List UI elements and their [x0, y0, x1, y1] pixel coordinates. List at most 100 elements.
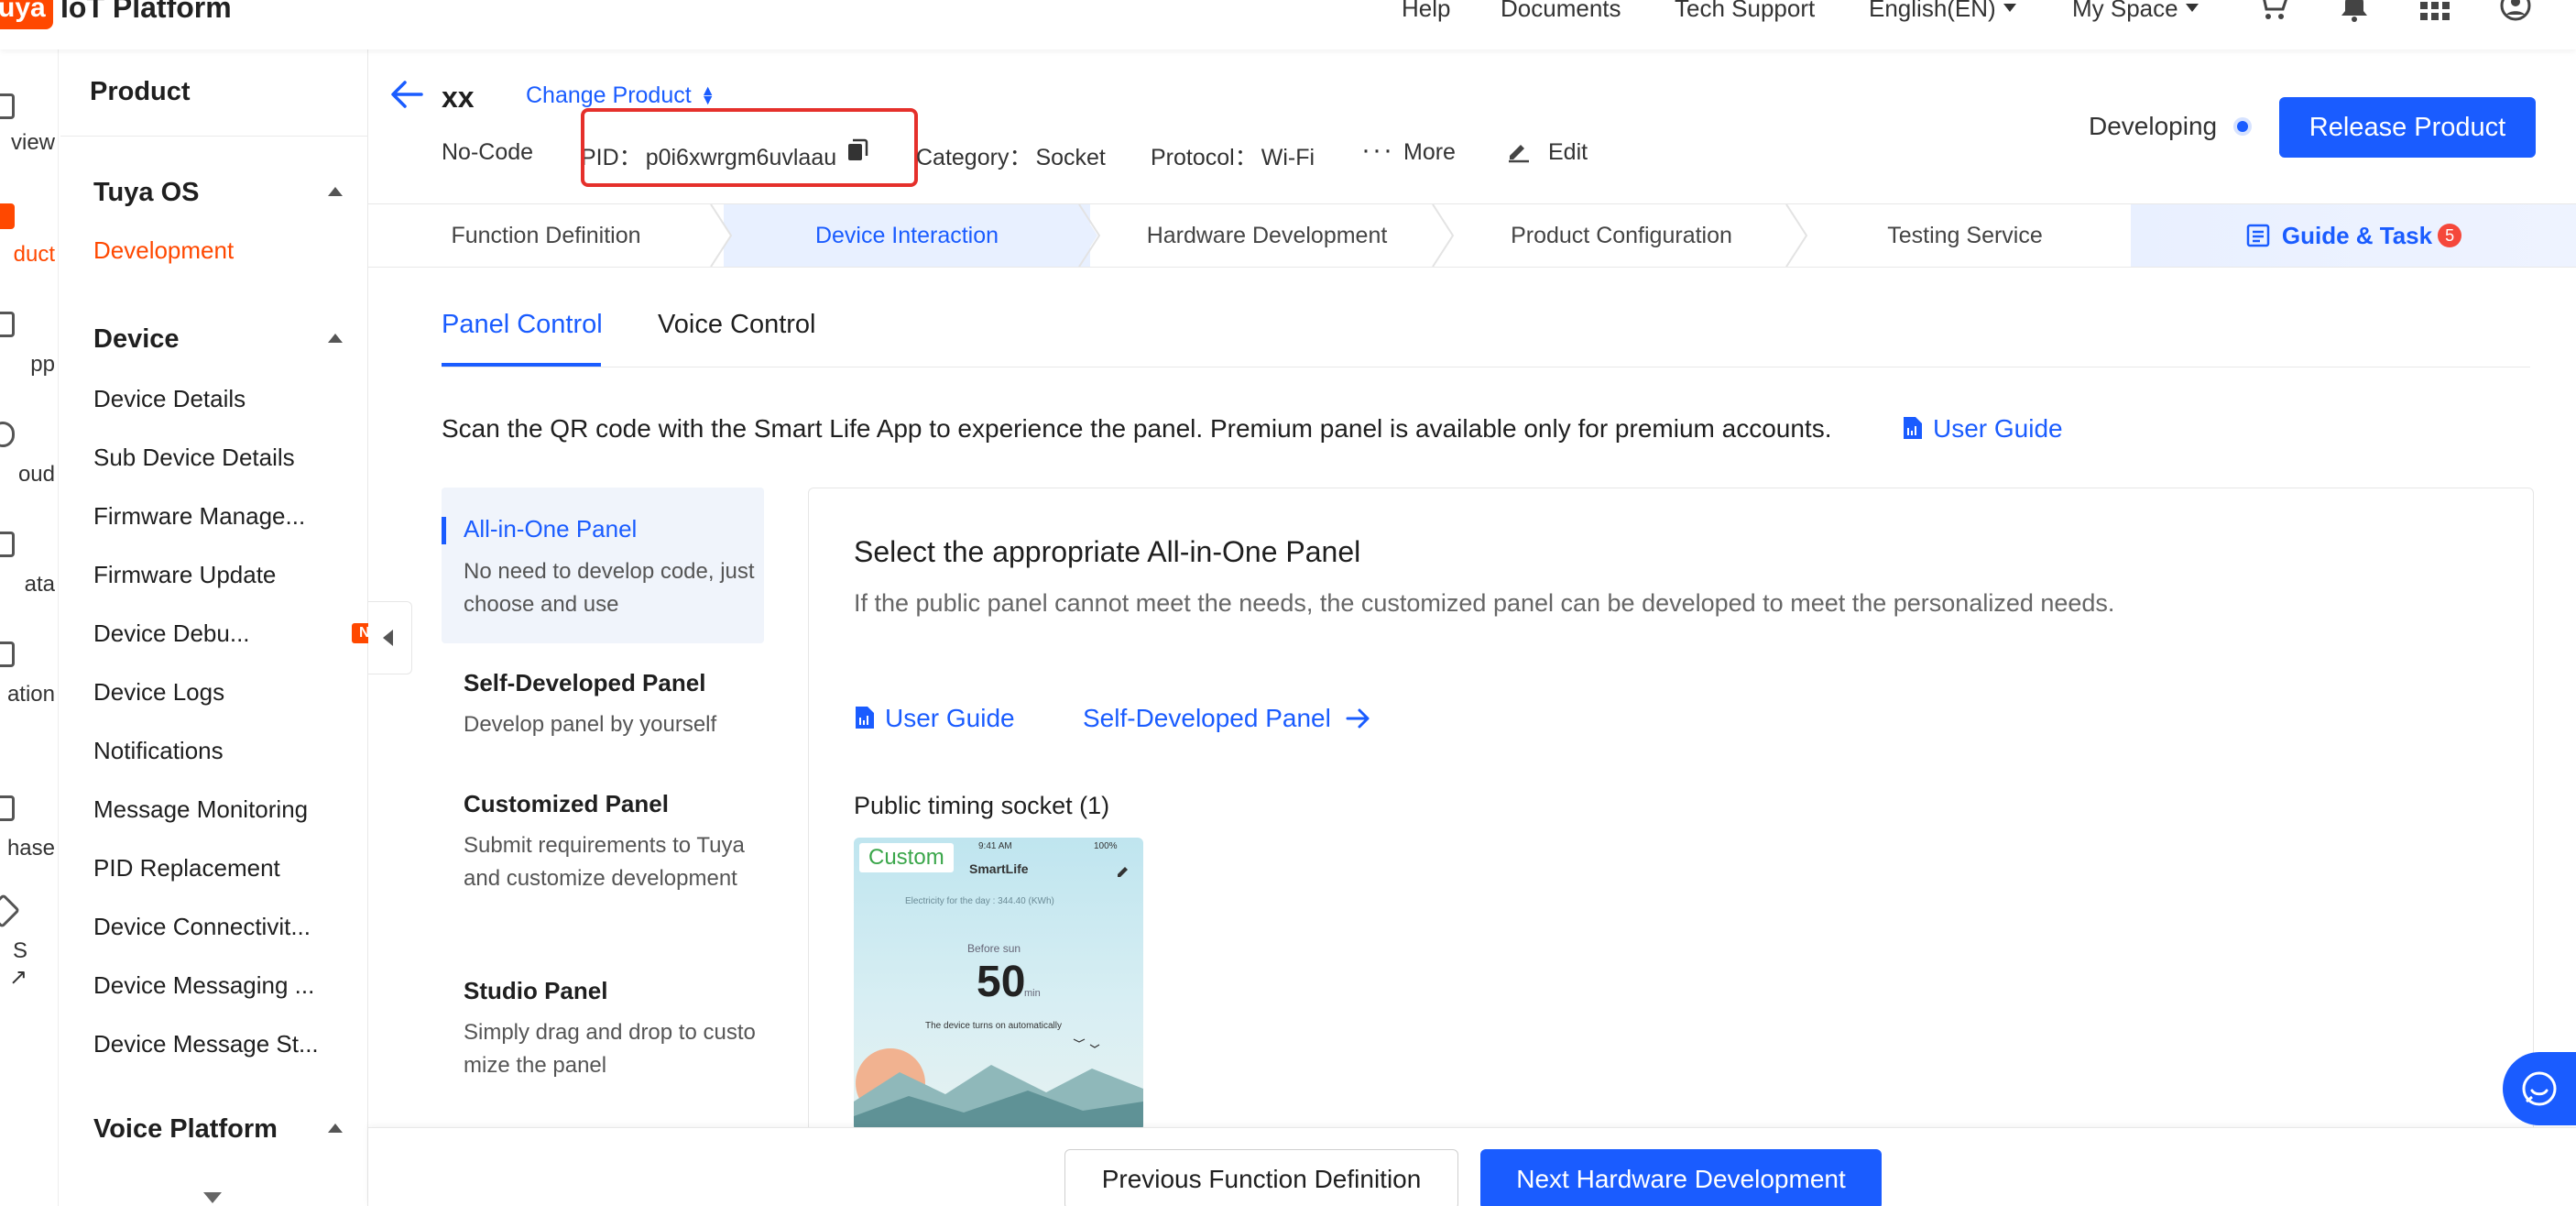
- chevron-down-icon: [2003, 3, 2016, 12]
- tab-panel-control[interactable]: Panel Control: [442, 310, 603, 340]
- next-step-button[interactable]: Next Hardware Development: [1480, 1149, 1882, 1206]
- cloud-icon[interactable]: [0, 422, 15, 447]
- step-separator: [1785, 204, 1808, 267]
- chevron-up-icon[interactable]: [328, 187, 343, 196]
- bell-icon[interactable]: [2338, 0, 2371, 22]
- sort-updown-icon: ▲ ▼: [700, 83, 715, 109]
- self-developed-panel-link[interactable]: Self-Developed Panel: [1083, 704, 1371, 733]
- app-icon[interactable]: [0, 312, 15, 337]
- edit-button[interactable]: Edit: [1548, 139, 1588, 166]
- step-device-interaction[interactable]: Device Interaction: [724, 204, 1090, 267]
- card-description: If the public panel cannot meet the need…: [854, 589, 2115, 617]
- sidebar-item-device-messaging[interactable]: Device Messaging ...: [93, 971, 350, 1000]
- sidebar-item-pid-replacement[interactable]: PID Replacement: [93, 854, 350, 883]
- data-icon[interactable]: [0, 532, 15, 557]
- sidebar-item-sub-device-details[interactable]: Sub Device Details: [93, 444, 350, 472]
- card-user-guide-link[interactable]: User Guide: [854, 704, 1015, 733]
- previous-step-button[interactable]: Previous Function Definition: [1064, 1149, 1458, 1206]
- top-navbar: uya IoT Platform Help Documents Tech Sup…: [0, 0, 2576, 49]
- sidebar-collapse-toggle[interactable]: [368, 601, 412, 674]
- scan-instructions: Scan the QR code with the Smart Life App…: [442, 414, 1832, 443]
- module-icon-strip: view duct pp oud ata ation hase S ↗: [0, 49, 59, 1206]
- sidebar-group-tuya-os[interactable]: Tuya OS: [93, 178, 200, 208]
- product-name: xx: [442, 81, 475, 114]
- external-link-icon: ↗: [8, 965, 27, 990]
- sidebar-item-notifications[interactable]: Notifications: [93, 737, 350, 765]
- edit-pencil-icon[interactable]: [1506, 137, 1532, 163]
- sidebar-item-message-monitoring[interactable]: Message Monitoring: [93, 795, 350, 824]
- protocol-label: Protocol：: [1151, 145, 1258, 170]
- language-label: English(EN): [1869, 0, 1996, 22]
- sidebar-group-voice-platform[interactable]: Voice Platform: [93, 1114, 278, 1145]
- documents-link[interactable]: Documents: [1501, 0, 1621, 23]
- step-function-definition[interactable]: Function Definition: [368, 204, 724, 267]
- step-separator: [710, 204, 733, 267]
- change-product-button[interactable]: Change Product ▲ ▼: [526, 82, 715, 109]
- preview-edit-icon: [1118, 867, 1128, 877]
- strip-item-operation[interactable]: ation: [0, 682, 55, 707]
- sidebar-item-firmware-update[interactable]: Firmware Update: [93, 561, 350, 589]
- strip-item-overview[interactable]: view: [0, 130, 55, 156]
- my-space-menu[interactable]: My Space: [2072, 0, 2199, 23]
- sidebar-group-device[interactable]: Device: [93, 324, 180, 355]
- operation-icon[interactable]: [0, 641, 15, 667]
- step-product-configuration[interactable]: Product Configuration: [1444, 204, 1799, 267]
- product-icon[interactable]: [0, 203, 15, 229]
- strip-item-cloud[interactable]: oud: [0, 462, 55, 488]
- guide-task-button[interactable]: Guide & Task 5: [2131, 204, 2576, 267]
- panel-type-self-developed[interactable]: Self-Developed Panel: [464, 669, 705, 697]
- tab-voice-control[interactable]: Voice Control: [658, 310, 816, 340]
- home-icon[interactable]: [0, 93, 15, 119]
- support-chat-button[interactable]: [2503, 1052, 2576, 1125]
- document-icon: [1904, 417, 1922, 439]
- apps-grid-icon[interactable]: [2418, 0, 2451, 22]
- purchase-icon[interactable]: [0, 795, 15, 821]
- user-avatar-icon[interactable]: [2499, 0, 2532, 22]
- sidebar-item-device-logs[interactable]: Device Logs: [93, 678, 350, 707]
- panel-section-title: Public timing socket (1): [854, 792, 1110, 819]
- user-guide-label: User Guide: [1933, 414, 2063, 443]
- strip-item-external-label: S: [12, 938, 27, 963]
- sidebar-item-firmware-management[interactable]: Firmware Manage...: [93, 502, 350, 531]
- help-link[interactable]: Help: [1402, 0, 1450, 23]
- scroll-down-icon[interactable]: [203, 1192, 222, 1203]
- step-testing-service[interactable]: Testing Service: [1799, 204, 2131, 267]
- sidebar-item-device-connectivity[interactable]: Device Connectivit...: [93, 913, 350, 941]
- category-value: Socket: [1035, 145, 1106, 170]
- preview-electricity: Electricity for the day : 344.40 (KWh): [905, 896, 1054, 906]
- cart-icon[interactable]: [2255, 0, 2288, 22]
- platform-title[interactable]: IoT Platform: [60, 0, 232, 25]
- chevron-up-icon[interactable]: [328, 1124, 343, 1133]
- sidebar-item-device-message-stats[interactable]: Device Message St...: [93, 1030, 350, 1058]
- panel-type-customized[interactable]: Customized Panel: [464, 790, 669, 818]
- category-label: Category：: [916, 145, 1032, 170]
- sidebar: Product Tuya OS Development Device Devic…: [60, 49, 401, 1206]
- preview-battery: 100%: [1094, 841, 1118, 851]
- panel-type-all-in-one-desc: No need to develop code, just choose and…: [464, 559, 755, 617]
- tuya-logo[interactable]: uya: [0, 0, 53, 29]
- strip-item-app[interactable]: pp: [0, 352, 55, 378]
- tag-icon[interactable]: [0, 893, 21, 929]
- language-selector[interactable]: English(EN): [1869, 0, 2016, 23]
- strip-item-purchase[interactable]: hase: [0, 836, 55, 861]
- protocol-value: Wi-Fi: [1261, 145, 1315, 170]
- step-separator: [1077, 204, 1101, 267]
- preview-time: 9:41 AM: [978, 841, 1012, 851]
- back-arrow-icon[interactable]: [388, 79, 425, 110]
- strip-item-data[interactable]: ata: [0, 572, 55, 598]
- arrow-right-icon: [1346, 708, 1370, 729]
- release-product-button[interactable]: Release Product: [2279, 97, 2536, 158]
- step-hardware-development[interactable]: Hardware Development: [1090, 204, 1444, 267]
- sidebar-item-development[interactable]: Development: [93, 236, 350, 265]
- panel-type-studio[interactable]: Studio Panel: [464, 977, 607, 1005]
- strip-item-external[interactable]: S ↗: [0, 938, 27, 991]
- panel-type-all-in-one[interactable]: All-in-One Panel: [464, 515, 637, 543]
- status-dot-icon: [2237, 121, 2248, 132]
- panel-preview-thumbnail[interactable]: Custom 9:41 AM 100% SmartLife Electricit…: [854, 838, 1143, 1131]
- more-button[interactable]: More: [1403, 139, 1456, 166]
- sidebar-item-device-details[interactable]: Device Details: [93, 385, 350, 413]
- strip-item-product[interactable]: duct: [0, 242, 55, 268]
- tech-support-link[interactable]: Tech Support: [1675, 0, 1815, 23]
- chevron-up-icon[interactable]: [328, 334, 343, 343]
- user-guide-link[interactable]: User Guide: [1902, 414, 2063, 444]
